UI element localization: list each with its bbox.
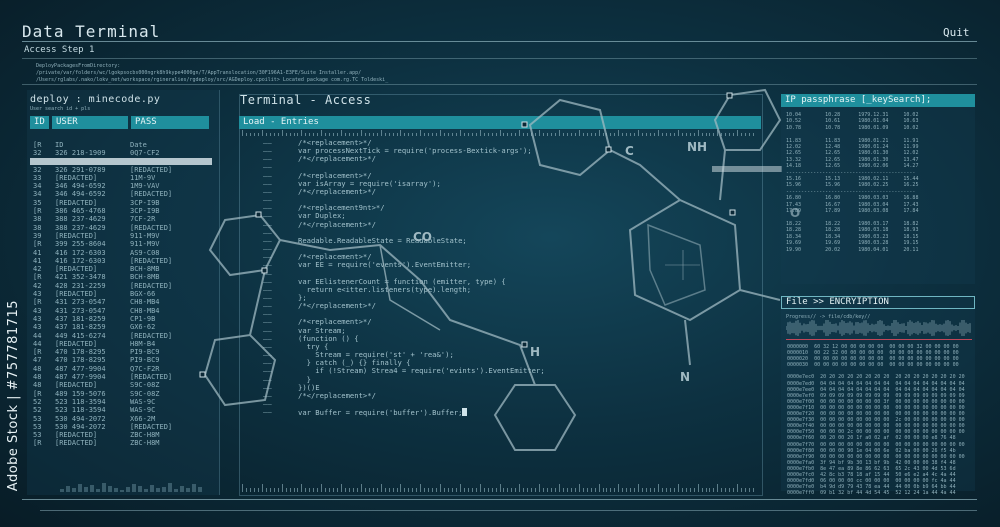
molecule-bond-2 xyxy=(279,239,536,386)
molecule-ring-left xyxy=(208,213,282,277)
hex-row: 0000e7f90 00 00 00 00 00 00 00 00 00 00 … xyxy=(787,453,965,460)
molecule-node-1 xyxy=(726,92,733,99)
stock-watermark: Adobe Stock | #757781715 xyxy=(6,300,21,492)
hex-row: 0000e7f80 00 00 00 90 1e 04 00 6e 02 ba … xyxy=(787,447,956,454)
footer-divider-2 xyxy=(40,510,977,511)
molecule-node-7 xyxy=(521,341,528,348)
waveform xyxy=(786,320,971,336)
molecule-bond-4 xyxy=(739,289,781,301)
molecule-ring-top xyxy=(528,98,612,177)
molecule-bond-6 xyxy=(719,149,726,201)
hex-row: 0000030 00 00 00 00 00 00 00 00 00 00 00… xyxy=(787,362,959,369)
molecule-node-5 xyxy=(261,267,268,274)
scan-bar xyxy=(712,166,782,172)
molecule-label-nh: NH xyxy=(687,140,708,154)
molecule-bond-5 xyxy=(684,319,691,366)
molecule-node-6 xyxy=(199,371,206,378)
hex-row: 0000e7f60 00 20 00 20 1f a0 02 af 02 00 … xyxy=(787,435,956,442)
hex-dump: 0000000 60 32 12 00 00 00 00 00 00 00 00… xyxy=(787,344,973,496)
molecule-node-4 xyxy=(255,211,262,218)
molecule-ring-bottom xyxy=(493,384,577,451)
footer-divider xyxy=(22,499,977,500)
hex-row: 0000e7f70 00 00 00 00 00 00 00 00 00 00 … xyxy=(787,441,965,448)
molecule-ring-center xyxy=(628,198,742,322)
hex-row: 0000e7ef0 09 09 09 09 09 09 09 09 09 09 … xyxy=(787,392,965,399)
molecule-label-n: N xyxy=(680,370,691,384)
molecule-bond-3 xyxy=(249,269,266,336)
molecule-node-8 xyxy=(605,146,612,153)
hex-row: 0000e7ec0 20 20 20 20 20 20 20 20 20 20 … xyxy=(787,374,965,381)
hex-row: 0000e7ed0 04 04 04 04 04 04 04 04 04 04 … xyxy=(787,380,965,387)
molecule-label-co: CO xyxy=(413,230,433,244)
molecule-bond-1 xyxy=(609,149,681,201)
molecule-node-3 xyxy=(729,209,736,216)
number-row: 19.90 20.02 1980.04.01 20.11 xyxy=(786,246,919,253)
encryption-heading: File >> ENCRYIPTION xyxy=(781,296,975,309)
molecule-label-h: H xyxy=(530,345,541,359)
encryption-divider xyxy=(786,339,972,340)
ip-passphrase-heading: IP passphrase [_keySearch]; xyxy=(781,94,975,107)
hex-row: 0000e7fa0 3f 94 bf 9b 30 13 bf 9b 42 00 … xyxy=(787,459,956,466)
molecule-bond-7 xyxy=(379,244,441,331)
hex-row: 0000e7ff0 09 b1 32 bf 44 4d 54 45 52 12 … xyxy=(787,490,956,497)
molecule-node-2 xyxy=(521,121,528,128)
molecule-ring-bottom-left xyxy=(203,333,277,407)
molecule-label-c: C xyxy=(625,144,634,158)
ip-number-table: 10.04 10.28 1979.12.31 10.02 10.52 10.61 … xyxy=(786,112,972,253)
molecule-ring-top-right xyxy=(713,88,782,151)
hex-row: 0000e7ee0 04 04 04 04 04 04 04 04 04 04 … xyxy=(787,386,965,393)
